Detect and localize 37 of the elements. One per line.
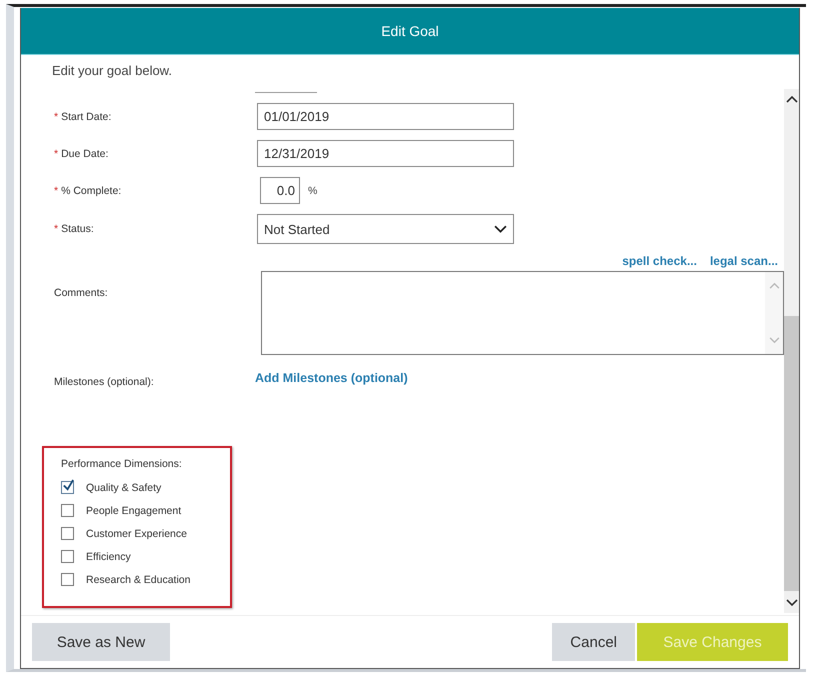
instruction-text: Edit your goal below.: [52, 63, 173, 78]
action-button[interactable]: Save as New: [32, 623, 170, 661]
field-label: Due Date:: [61, 148, 108, 160]
checkbox-label: People Engagement: [86, 504, 182, 516]
status-dropdown[interactable]: Not Started: [257, 214, 514, 244]
scroll-down-icon[interactable]: [786, 599, 798, 607]
scrollbar[interactable]: [784, 89, 799, 613]
unit-label: %: [308, 184, 318, 196]
percent-field[interactable]: 0.0: [260, 177, 300, 204]
date-field[interactable]: 01/01/2019: [257, 103, 514, 130]
text-tool-link[interactable]: spell check...: [622, 254, 697, 271]
add-milestones-link[interactable]: Add Milestones (optional): [255, 371, 408, 385]
checkbox[interactable]: [61, 573, 74, 586]
action-button[interactable]: Cancel: [552, 623, 635, 661]
text-tool-link[interactable]: legal scan...: [710, 254, 778, 271]
scroll-up-icon[interactable]: [786, 95, 798, 103]
checkbox-label: Research & Education: [86, 574, 190, 586]
dialog-title: Edit Goal: [381, 23, 439, 39]
checkbox[interactable]: [61, 550, 74, 563]
field-label: Start Date:: [61, 110, 112, 122]
required-marker: *: [54, 223, 58, 235]
checkbox[interactable]: [61, 504, 74, 517]
section-label: Performance Dimensions:: [61, 458, 183, 470]
field-label: Comments:: [54, 287, 108, 299]
field-label: % Complete:: [61, 184, 122, 196]
required-marker: *: [54, 148, 58, 160]
checkbox-label: Customer Experience: [86, 528, 187, 540]
checkbox-label: Quality & Safety: [86, 482, 162, 494]
field-label: Status:: [61, 223, 94, 235]
checkbox[interactable]: [61, 481, 74, 494]
date-field[interactable]: 12/31/2019: [257, 140, 514, 167]
checkbox[interactable]: [61, 527, 74, 540]
chevron-down-icon[interactable]: [494, 224, 507, 234]
required-marker: *: [54, 184, 58, 196]
checkbox-label: Efficiency: [86, 550, 131, 562]
required-marker: *: [54, 110, 58, 122]
field-label: Milestones (optional):: [54, 376, 154, 388]
